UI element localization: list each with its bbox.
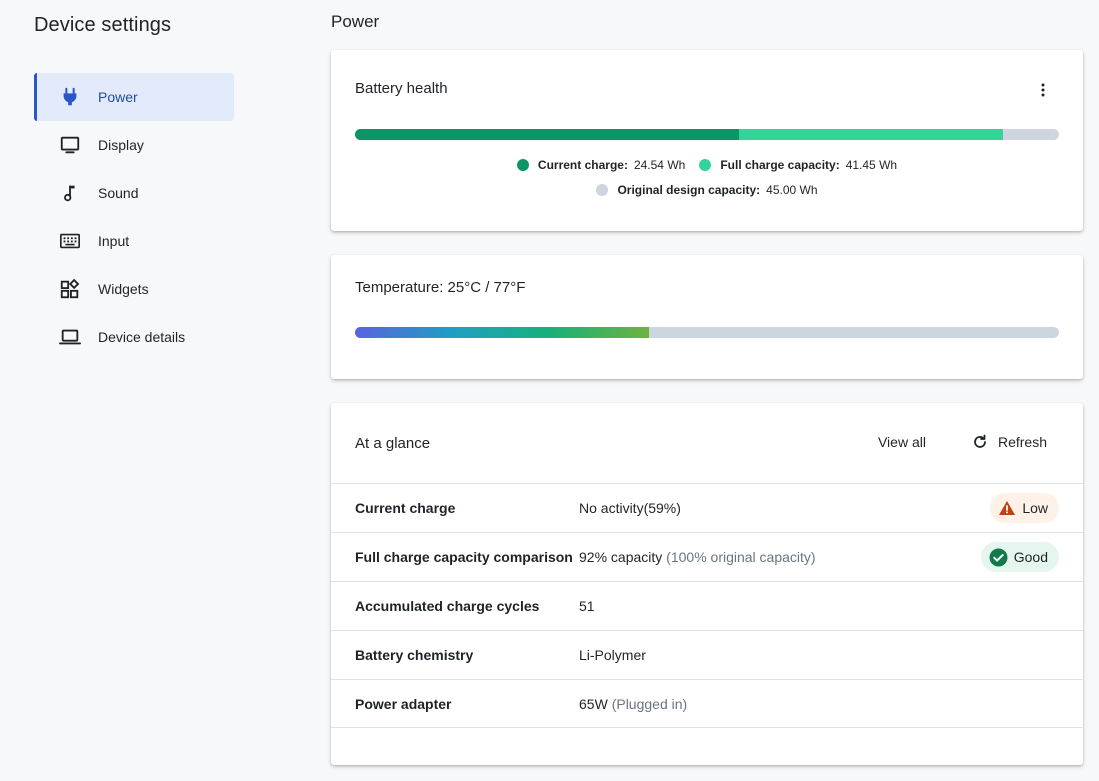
refresh-button[interactable]: Refresh [972, 434, 1047, 450]
legend-value: 24.54 Wh [633, 158, 686, 172]
glance-actions: View all Refresh [878, 434, 1047, 450]
row-value-text: 92% capacity [579, 549, 663, 565]
kebab-menu-icon [1041, 83, 1045, 97]
view-all-button[interactable]: View all [878, 434, 926, 450]
at-a-glance-title: At a glance [355, 435, 431, 452]
legend-label: Original design capacity: [617, 183, 761, 197]
table-row: Current charge No activity(59%) Low [331, 483, 1083, 532]
row-label: Battery chemistry [355, 647, 474, 663]
row-label: Power adapter [355, 695, 452, 712]
battery-health-title: Battery health [355, 80, 448, 97]
app-title: Device settings [34, 14, 172, 36]
more-options-button[interactable] [1031, 80, 1055, 100]
status-badge-good: Good [980, 542, 1059, 572]
row-value: 51 [579, 598, 595, 614]
check-circle-icon [989, 548, 1008, 566]
temperature-card: Temperature: 25°C / 77°F [331, 255, 1083, 379]
sidebar-item-input[interactable]: Input [34, 217, 234, 265]
temperature-title: Temperature: 25°C / 77°F [355, 279, 526, 296]
sidebar: Device settings Power Display Sound Inpu… [0, 0, 300, 781]
legend-label: Full charge capacity: [720, 158, 840, 172]
design-capacity-dot [596, 184, 609, 196]
row-value: 65W (Plugged in) [579, 696, 687, 712]
monitor-icon [58, 133, 82, 157]
sidebar-nav: Power Display Sound Input Widgets Device… [34, 73, 234, 361]
glance-table: Current charge No activity(59%) Low Full… [331, 483, 1083, 728]
table-row: Full charge capacity comparison 92% capa… [331, 532, 1083, 581]
badge-label: Low [1022, 500, 1048, 516]
status-badge-low: Low [990, 493, 1059, 523]
at-a-glance-card: At a glance View all Refresh Current cha… [331, 403, 1083, 765]
table-row: Accumulated charge cycles 51 [331, 581, 1083, 630]
legend-label: Current charge: [537, 158, 628, 172]
page-title: Power [331, 12, 380, 31]
legend-full-capacity: Full charge capacity: 41.45 Wh [699, 158, 897, 172]
refresh-icon [974, 434, 986, 448]
refresh-label: Refresh [997, 434, 1047, 450]
legend-current-charge: Current charge: 24.54 Wh [516, 158, 686, 172]
legend-design-capacity: Original design capacity: 45.00 Wh [596, 183, 818, 197]
current-charge-segment [355, 129, 739, 140]
row-value-sub: (Plugged in) [611, 695, 688, 712]
plug-icon [58, 85, 82, 109]
current-charge-dot [516, 159, 529, 171]
badge-label: Good [1013, 549, 1048, 565]
table-row: Battery chemistry Li-Polymer [331, 630, 1083, 679]
sidebar-item-display[interactable]: Display [34, 121, 234, 169]
sidebar-item-label: Sound [98, 185, 139, 201]
sidebar-item-label: Power [98, 89, 138, 105]
warning-icon [999, 501, 1016, 515]
row-value-text: 65W [579, 695, 608, 712]
row-value-sub: (100% original capacity) [666, 549, 816, 565]
sidebar-item-sound[interactable]: Sound [34, 169, 234, 217]
row-label: Current charge [355, 500, 456, 516]
row-value-text: Li-Polymer [579, 647, 646, 663]
music-note-icon [58, 181, 82, 205]
keyboard-icon [58, 229, 82, 253]
row-value-text: 51 [579, 598, 595, 614]
legend-value: 45.00 Wh [766, 183, 818, 197]
row-label: Accumulated charge cycles [355, 598, 540, 614]
sidebar-item-label: Display [98, 137, 144, 153]
sidebar-item-power[interactable]: Power [34, 73, 234, 121]
view-all-label: View all [877, 434, 926, 450]
row-label: Full charge capacity comparison [355, 549, 573, 565]
widgets-icon [58, 277, 82, 301]
sidebar-item-label: Input [98, 233, 130, 249]
battery-legend: Current charge: 24.54 Wh Full charge cap… [331, 158, 1083, 172]
laptop-icon [58, 325, 82, 349]
sidebar-item-device-details[interactable]: Device details [34, 313, 234, 361]
full-capacity-dot [699, 159, 712, 171]
temperature-bar [355, 327, 1059, 338]
row-value: No activity(59%) [579, 500, 681, 516]
row-value: Li-Polymer [579, 647, 646, 663]
temperature-fill [355, 327, 649, 338]
row-value-text: No activity(59%) [579, 500, 681, 516]
battery-health-card: Battery health Current charge: 24.54 Wh … [331, 50, 1083, 231]
sidebar-item-label: Device details [98, 329, 186, 345]
legend-value: 41.45 Wh [845, 158, 898, 172]
battery-legend-design: Original design capacity: 45.00 Wh [331, 183, 1083, 197]
battery-capacity-bar [355, 129, 1059, 140]
table-row: Power adapter 65W (Plugged in) [331, 679, 1083, 728]
sidebar-item-label: Widgets [98, 281, 149, 297]
row-value: 92% capacity (100% original capacity) [579, 549, 816, 565]
sidebar-item-widgets[interactable]: Widgets [34, 265, 234, 313]
